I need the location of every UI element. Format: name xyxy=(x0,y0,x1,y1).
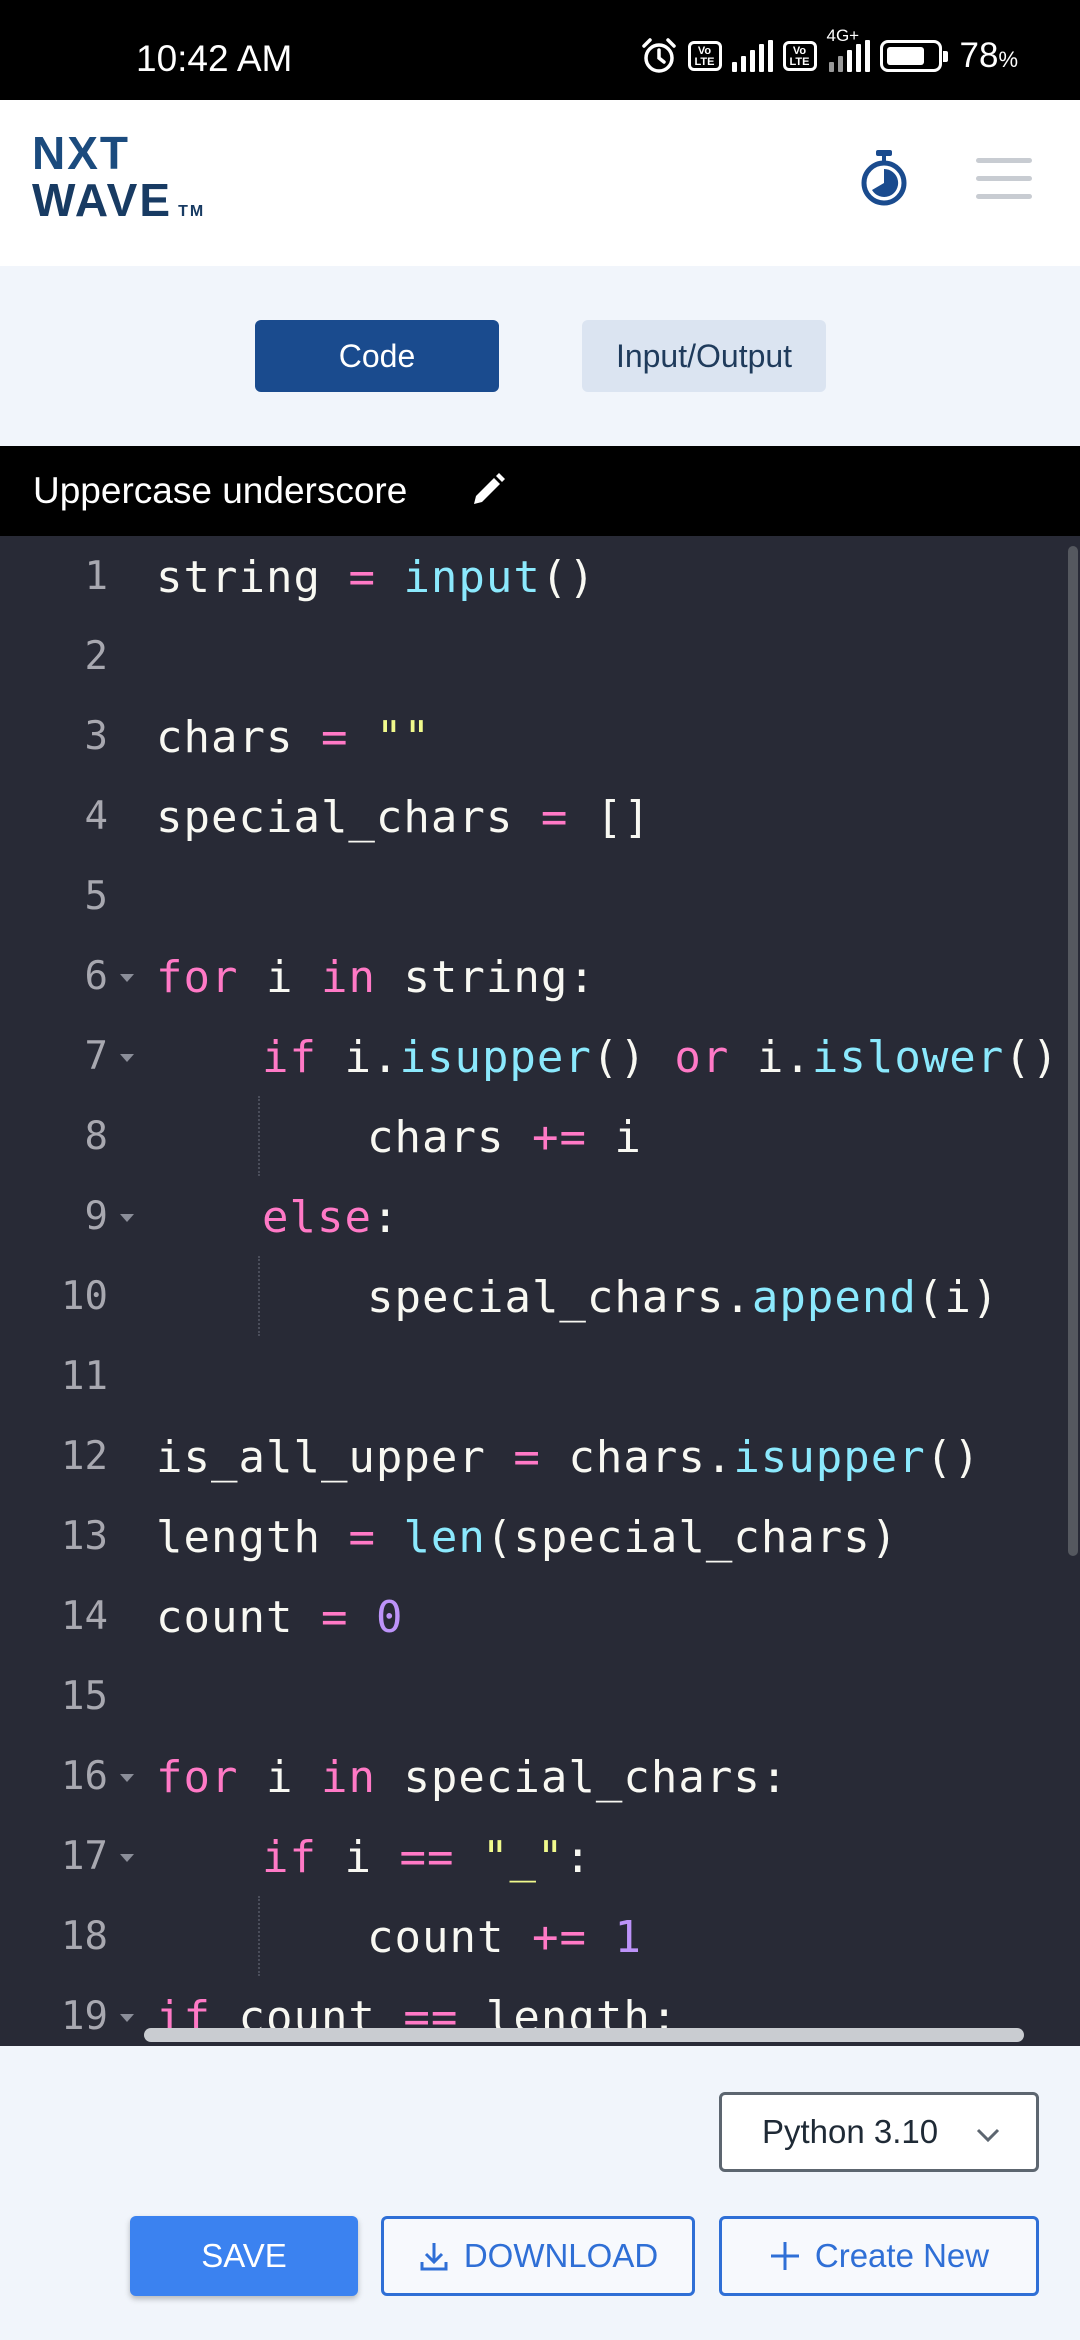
line-number: 15 xyxy=(61,1674,108,1719)
app-header: NXT WAVE TM xyxy=(0,100,1080,266)
line-number: 1 xyxy=(84,554,108,599)
code-line[interactable]: 12 is_all_upper = chars.isupper() xyxy=(0,1416,1080,1496)
code-line[interactable]: 9 else: xyxy=(0,1176,1080,1256)
line-number: 8 xyxy=(84,1114,108,1159)
create-new-button-label: Create New xyxy=(814,2237,990,2274)
code-line[interactable]: 8 chars += i xyxy=(0,1096,1080,1176)
line-number: 13 xyxy=(61,1514,108,1559)
code-line[interactable]: 4 special_chars = [] xyxy=(0,776,1080,856)
plus-icon xyxy=(770,2242,799,2270)
line-number: 9 xyxy=(84,1194,108,1239)
vertical-scrollbar[interactable] xyxy=(1068,546,1078,1556)
save-button[interactable]: SAVE xyxy=(130,2216,358,2296)
code-line[interactable]: 5 xyxy=(0,856,1080,936)
fold-arrow-icon[interactable] xyxy=(120,1774,134,1782)
logo-line2: WAVE TM xyxy=(32,174,206,226)
code-line[interactable]: 2 xyxy=(0,616,1080,696)
file-title: Uppercase underscore xyxy=(33,470,408,511)
code-line[interactable]: 7 if i.isupper() or i.islower(): xyxy=(0,1016,1080,1096)
line-code: if i == "_": xyxy=(262,1832,592,1883)
line-number: 6 xyxy=(84,954,108,999)
chevron-down-icon xyxy=(976,2128,1000,2143)
line-code: count = 0 xyxy=(156,1592,404,1643)
save-button-label: SAVE xyxy=(201,2237,287,2274)
signal-4g-icon: 4G+ xyxy=(827,26,870,72)
line-code: for i in string: xyxy=(156,952,596,1003)
code-line[interactable]: 3 chars = "" xyxy=(0,696,1080,776)
download-icon xyxy=(420,2243,448,2271)
code-editor[interactable]: 1 string = input() 2 3 chars = "" 4 spec… xyxy=(0,536,1080,2046)
download-button[interactable]: DOWNLOAD xyxy=(381,2216,695,2296)
language-value: Python 3.10 xyxy=(762,2113,939,2150)
line-code: special_chars = [] xyxy=(156,792,651,843)
code-line[interactable]: 11 xyxy=(0,1336,1080,1416)
stopwatch-icon[interactable] xyxy=(858,148,910,208)
code-line[interactable]: 14 count = 0 xyxy=(0,1576,1080,1656)
battery-icon xyxy=(879,40,948,72)
line-code: chars = "" xyxy=(156,712,431,763)
nxtwave-logo[interactable]: NXT WAVE TM xyxy=(32,130,205,236)
status-icons: Vo LTE Vo LTE 4G+ 78% xyxy=(640,26,1019,76)
code-line[interactable]: 13 length = len(special_chars) xyxy=(0,1496,1080,1576)
volte-icon: Vo LTE xyxy=(687,41,722,71)
code-line[interactable]: 1 string = input() xyxy=(0,536,1080,616)
line-code: is_all_upper = chars.isupper() xyxy=(156,1432,981,1483)
indent-guide xyxy=(258,1256,260,1336)
edit-pencil-icon[interactable] xyxy=(470,472,506,508)
fold-arrow-icon[interactable] xyxy=(120,1054,134,1062)
editor-actions: Python 3.10 SAVE DOWNLOAD Create New xyxy=(0,2046,1080,2340)
tab-input-output[interactable]: Input/Output xyxy=(582,320,826,392)
line-number: 4 xyxy=(84,794,108,839)
line-code: for i in special_chars: xyxy=(156,1752,789,1803)
line-number: 17 xyxy=(61,1834,108,1879)
line-number: 19 xyxy=(61,1994,108,2039)
horizontal-scrollbar[interactable] xyxy=(144,2028,1024,2042)
line-number: 12 xyxy=(61,1434,108,1479)
file-title-bar: Uppercase underscore xyxy=(0,446,1080,536)
code-line[interactable]: 17 if i == "_": xyxy=(0,1816,1080,1896)
code-line[interactable]: 18 count += 1 xyxy=(0,1896,1080,1976)
status-bar: 10:42 AM Vo LTE Vo LTE 4G+ 78% xyxy=(0,0,1080,100)
line-code: string = input() xyxy=(156,552,596,603)
status-time: 10:42 AM xyxy=(136,38,293,79)
line-number: 3 xyxy=(84,714,108,759)
logo-line1: NXT xyxy=(32,127,130,179)
line-code: special_chars.append(i) xyxy=(367,1272,1000,1323)
line-number: 16 xyxy=(61,1754,108,1799)
line-code: length = len(special_chars) xyxy=(156,1512,899,1563)
line-code: chars += i xyxy=(367,1112,642,1163)
view-tabs: Code Input/Output xyxy=(0,266,1080,446)
fold-arrow-icon[interactable] xyxy=(120,2014,134,2022)
line-number: 14 xyxy=(61,1594,108,1639)
code-line[interactable]: 10 special_chars.append(i) xyxy=(0,1256,1080,1336)
tab-code[interactable]: Code xyxy=(255,320,499,392)
line-number: 5 xyxy=(84,874,108,919)
line-number: 7 xyxy=(84,1034,108,1079)
code-line[interactable]: 6 for i in string: xyxy=(0,936,1080,1016)
line-number: 2 xyxy=(84,634,108,679)
volte-icon-2: Vo LTE xyxy=(782,41,817,71)
download-button-label: DOWNLOAD xyxy=(463,2237,659,2274)
line-code: else: xyxy=(262,1192,400,1243)
battery-percent: 78% xyxy=(959,36,1019,75)
network-label: 4G+ xyxy=(826,26,860,45)
fold-arrow-icon[interactable] xyxy=(120,1214,134,1222)
fold-arrow-icon[interactable] xyxy=(120,974,134,982)
fold-arrow-icon[interactable] xyxy=(120,1854,134,1862)
language-select[interactable]: Python 3.10 xyxy=(719,2092,1039,2172)
line-code: if i.isupper() or i.islower(): xyxy=(262,1032,1080,1083)
indent-guide xyxy=(258,1896,260,1976)
line-number: 11 xyxy=(61,1354,108,1399)
code-line[interactable]: 15 xyxy=(0,1656,1080,1736)
code-line[interactable]: 16 for i in special_chars: xyxy=(0,1736,1080,1816)
signal-icon xyxy=(731,40,773,72)
line-code: count += 1 xyxy=(367,1912,642,1963)
create-new-button[interactable]: Create New xyxy=(719,2216,1039,2296)
hamburger-menu-icon[interactable] xyxy=(976,158,1032,199)
alarm-icon xyxy=(641,38,676,73)
indent-guide xyxy=(258,1096,260,1176)
line-number: 18 xyxy=(61,1914,108,1959)
line-number: 10 xyxy=(61,1274,108,1319)
